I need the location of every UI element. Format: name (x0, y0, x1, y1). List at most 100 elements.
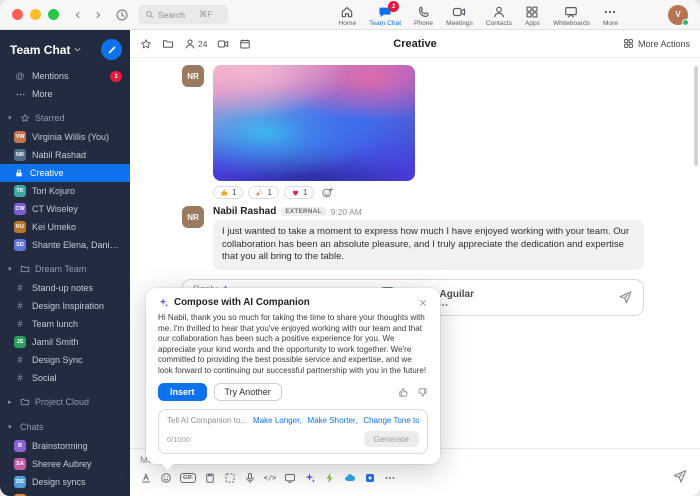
zap-app-icon[interactable] (324, 472, 336, 484)
sidebar-item-brainstorming[interactable]: B Brainstorming (0, 437, 130, 455)
sidebar-item-team-lunch[interactable]: # Team lunch (0, 315, 130, 333)
back-button[interactable] (69, 6, 86, 23)
sidebar-item-ct-wiseley[interactable]: CW CT Wiseley (0, 200, 130, 218)
code-icon[interactable]: </> (264, 474, 277, 482)
channel-hash-icon: # (14, 319, 26, 329)
suggestion-change-tone[interactable]: Change Tone to... (363, 416, 419, 425)
nav-meetings[interactable]: Meetings (440, 3, 479, 27)
lock-icon (14, 168, 24, 178)
avatar: TK (14, 185, 26, 197)
reaction-party[interactable]: 1 (248, 186, 278, 199)
mic-icon[interactable] (244, 472, 256, 484)
video-icon[interactable] (217, 38, 229, 50)
calendar-icon[interactable] (239, 38, 251, 50)
nav-whiteboards[interactable]: Whiteboards (547, 3, 596, 27)
forward-button[interactable] (89, 6, 106, 23)
sidebar-title[interactable]: Team Chat (10, 43, 70, 57)
cloud-app-icon[interactable] (344, 472, 356, 484)
sidebar-item-nabil-rashad[interactable]: NR Nabil Rashad (0, 146, 130, 164)
close-window-button[interactable] (12, 9, 23, 20)
close-icon[interactable] (418, 298, 428, 308)
box-app-icon[interactable] (364, 472, 376, 484)
sidebar-item-design-syncs[interactable]: DS Design syncs (0, 473, 130, 491)
reactions-row: 1 1 1 (213, 186, 644, 199)
send-button[interactable] (618, 290, 633, 305)
folder-icon[interactable] (162, 38, 174, 50)
reaction-heart[interactable]: 1 (284, 186, 314, 199)
nav-team-chat[interactable]: 1 Team Chat (363, 3, 407, 27)
star-icon[interactable] (140, 38, 152, 50)
screen-share-icon[interactable] (284, 472, 296, 484)
suggestion-make-shorter[interactable]: Make Shorter, (308, 416, 358, 425)
sidebar-item-ada-nguyen[interactable]: AN Ada Nguyen (0, 491, 130, 496)
message-nabil: NR Nabil Rashad EXTERNAL 9:20 AM I just … (182, 206, 644, 270)
send-button[interactable] (672, 468, 688, 484)
search-input[interactable]: Search ⌘F (138, 5, 228, 24)
sidebar-section-dream-team[interactable]: ▾ Dream Team (0, 259, 130, 279)
sidebar-item-tori-kojuro[interactable]: TK Tori Kojuro (0, 182, 130, 200)
avatar[interactable]: NR (182, 206, 204, 228)
avatar: B (14, 440, 26, 452)
compose-button[interactable] (101, 39, 122, 60)
history-icon[interactable] (115, 8, 129, 22)
shared-wallpaper-image[interactable] (213, 65, 415, 181)
sidebar-item-virginia-willis[interactable]: VW Virginia Willis (You) (0, 128, 130, 146)
sidebar-item-kei-umeko[interactable]: KU Kei Umeko (0, 218, 130, 236)
members-button[interactable]: 24 (184, 38, 207, 50)
user-avatar[interactable]: V (668, 5, 688, 25)
author-name[interactable]: Nabil Rashad (213, 206, 276, 217)
window-controls (12, 9, 59, 20)
minimize-window-button[interactable] (30, 9, 41, 20)
emoji-icon[interactable] (160, 472, 172, 484)
clipboard-icon[interactable] (204, 472, 216, 484)
add-reaction-button[interactable] (321, 186, 334, 199)
more-dots-icon[interactable] (384, 472, 396, 484)
insert-button[interactable]: Insert (158, 383, 207, 401)
gif-icon[interactable]: GIF (180, 473, 196, 483)
ai-companion-icon[interactable] (304, 472, 316, 484)
reaction-thumbs-up[interactable]: 1 (213, 186, 243, 199)
sidebar: Team Chat @ Mentions 1 More ▾ Starred VW… (0, 30, 130, 496)
nav-apps[interactable]: Apps (519, 3, 546, 27)
more-actions-button[interactable]: More Actions (623, 38, 690, 49)
online-status-dot (682, 19, 689, 26)
generate-button[interactable]: Generate (364, 431, 419, 447)
nav-home[interactable]: Home (333, 3, 363, 27)
sidebar-section-starred[interactable]: ▾ Starred (0, 108, 130, 128)
scrollbar[interactable] (694, 66, 698, 166)
sidebar-item-shante-daniel[interactable]: SD Shante Elena, Daniel Bow... (0, 236, 130, 254)
avatar[interactable]: NR (182, 65, 204, 87)
channel-hash-icon: # (14, 373, 26, 383)
sidebar-item-stand-up-notes[interactable]: # Stand-up notes (0, 279, 130, 297)
more-dots-icon (603, 5, 617, 19)
chevron-expanded-icon: ▾ (8, 423, 15, 431)
sidebar-item-more[interactable]: More (0, 85, 130, 103)
nav-contacts[interactable]: Contacts (480, 3, 518, 27)
mentions-badge: 1 (110, 71, 122, 82)
ai-prompt-input[interactable]: Tell AI Companion to... Make Longer, Mak… (158, 409, 428, 454)
nav-phone[interactable]: Phone (408, 3, 439, 27)
sidebar-item-design-inspiration[interactable]: # Design Inspiration (0, 297, 130, 315)
sidebar-header: Team Chat (0, 30, 130, 67)
chevron-down-icon[interactable] (73, 45, 82, 54)
nav-more[interactable]: More (597, 3, 624, 27)
thumbs-up-button[interactable] (398, 387, 409, 398)
thumbs-down-button[interactable] (417, 387, 428, 398)
top-nav: Home 1 Team Chat Phone Meetings Contacts… (333, 3, 624, 27)
folder-icon (20, 397, 30, 407)
zoom-window-button[interactable] (48, 9, 59, 20)
sidebar-item-mentions[interactable]: @ Mentions 1 (0, 67, 130, 85)
sidebar-section-chats[interactable]: ▾ Chats (0, 417, 130, 437)
screenshot-icon[interactable] (224, 472, 236, 484)
sidebar-item-sheree-aubrey[interactable]: SA Sheree Aubrey (0, 455, 130, 473)
sidebar-section-project-cloud[interactable]: ▸ Project Cloud (0, 392, 130, 412)
try-another-button[interactable]: Try Another (214, 383, 282, 401)
sidebar-item-social[interactable]: # Social (0, 369, 130, 387)
avatar: CW (14, 203, 26, 215)
format-icon[interactable] (140, 472, 152, 484)
sidebar-item-creative[interactable]: Creative (0, 164, 130, 182)
sidebar-item-jamil-smith[interactable]: JS Jamil Smith (0, 333, 130, 351)
suggestion-make-longer[interactable]: Make Longer, (253, 416, 301, 425)
message-image-post: NR 1 1 1 (182, 65, 644, 199)
sidebar-item-design-sync[interactable]: # Design Sync (0, 351, 130, 369)
